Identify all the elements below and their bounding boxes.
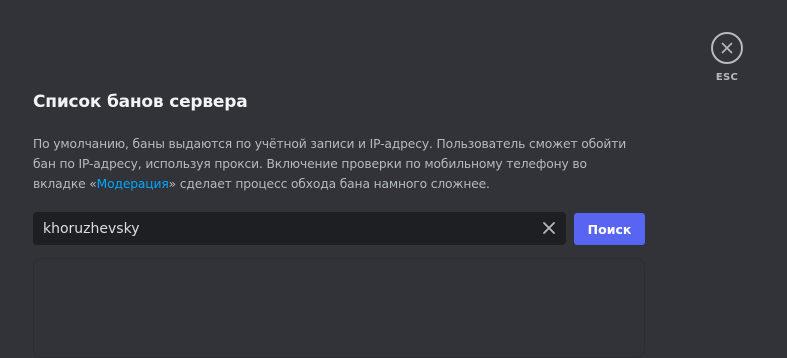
search-button[interactable]: Поиск (574, 213, 645, 245)
ban-list-description: По умолчанию, баны выдаются по учётной з… (33, 134, 643, 194)
search-input[interactable] (33, 212, 528, 245)
clear-search-button[interactable] (540, 219, 558, 237)
page-title: Список банов сервера (33, 92, 248, 112)
close-icon (543, 222, 555, 234)
close-icon (721, 42, 733, 54)
moderation-link[interactable]: Модерация (97, 177, 169, 191)
search-box (33, 212, 566, 245)
ban-results-panel (33, 258, 645, 358)
description-text-after: » сделает процесс обхода бана намного сл… (168, 177, 490, 191)
close-control: ESC (709, 32, 745, 83)
close-button[interactable] (711, 32, 743, 64)
esc-label: ESC (715, 72, 739, 83)
